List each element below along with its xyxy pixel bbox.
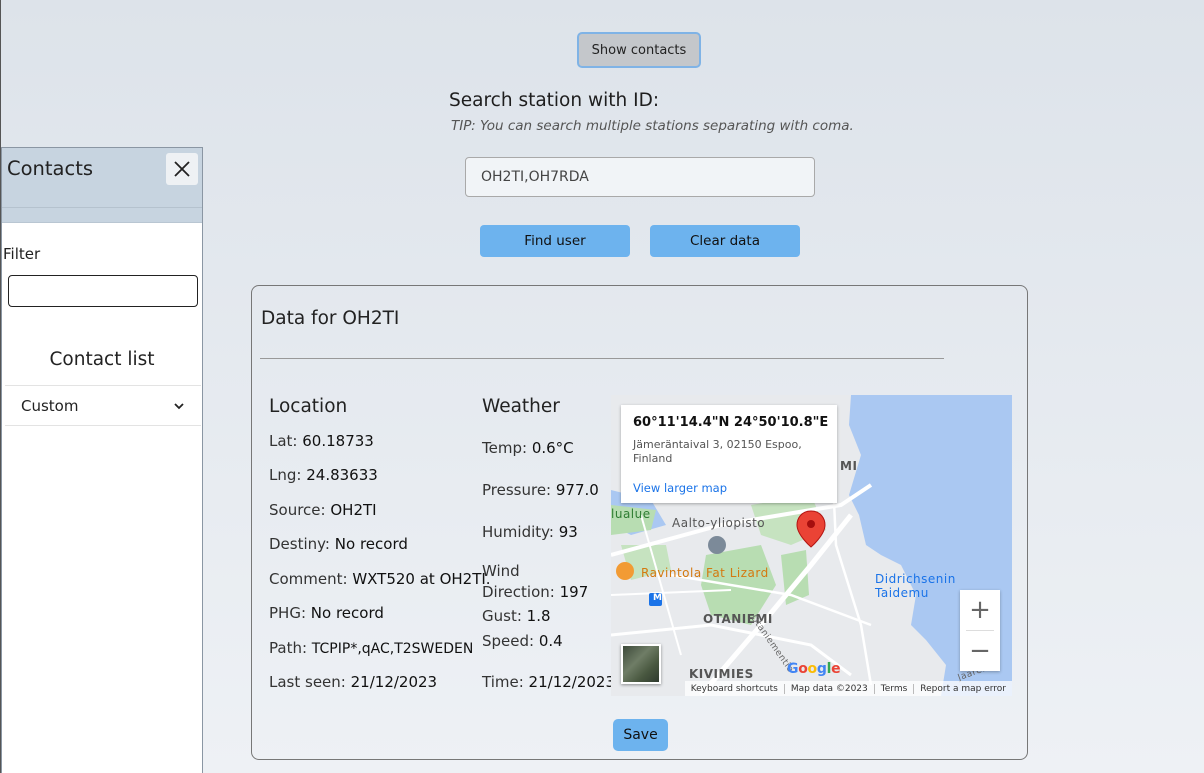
temp-value: 0.6°C: [531, 439, 574, 457]
clear-data-button[interactable]: Clear data: [650, 225, 800, 257]
find-user-button[interactable]: Find user: [480, 225, 630, 257]
view-larger-map-link[interactable]: View larger map: [633, 481, 727, 495]
map-info-window: 60°11'14.4"N 24°50'10.8"E Jämeräntaival …: [621, 405, 837, 503]
speed-label: Speed:: [482, 632, 535, 650]
lat-field: Lat: 60.18733: [269, 432, 374, 450]
report-map-error-link[interactable]: Report a map error: [914, 684, 1012, 694]
pressure-field: Pressure: 977.0: [482, 481, 599, 499]
map-label-kivimies: KIVIMIES: [689, 667, 754, 681]
time-value: 21/12/2023: [528, 673, 616, 691]
map-label-ravintola: Ravintola Fat Lizard: [641, 566, 769, 580]
data-card-divider: [260, 358, 944, 359]
source-value: OH2TI: [330, 501, 377, 519]
path-label: Path:: [269, 639, 308, 657]
pressure-value: 977.0: [555, 481, 599, 499]
wind-gust-field: Gust: 1.8: [482, 607, 551, 625]
close-contacts-button[interactable]: [166, 153, 198, 185]
lat-label: Lat:: [269, 432, 298, 450]
filter-label: Filter: [3, 245, 41, 263]
humidity-value: 93: [558, 523, 578, 541]
last-seen-value: 21/12/2023: [350, 673, 438, 691]
station-data-card: Data for OH2TI Location Lat: 60.18733 Ln…: [251, 285, 1028, 760]
map-data-credit: Map data ©2023: [790, 683, 868, 694]
terms-link[interactable]: Terms: [875, 684, 914, 694]
path-field: Path: TCPIP*,qAC,T2SWEDEN: [269, 639, 473, 657]
comment-label: Comment:: [269, 570, 348, 588]
last-seen-field: Last seen: 21/12/2023: [269, 673, 437, 691]
time-field: Time: 21/12/2023: [482, 673, 615, 691]
filter-input[interactable]: [8, 275, 198, 307]
header-divider: [2, 207, 202, 208]
map-label-lualue: lualue: [611, 507, 651, 521]
temp-label: Temp:: [482, 439, 528, 457]
wind-direction-field: Direction: 197: [482, 583, 588, 601]
chevron-down-icon: [174, 402, 184, 409]
contacts-title: Contacts: [7, 157, 94, 180]
station-map[interactable]: MI lualue Aalto-yliopisto Ravintola Fat …: [611, 395, 1012, 696]
speed-value: 0.4: [538, 632, 563, 650]
data-card-title: Data for OH2TI: [261, 308, 400, 329]
destiny-value: No record: [334, 535, 408, 553]
contact-list-title: Contact list: [49, 349, 155, 370]
lng-value: 24.83633: [306, 466, 378, 484]
comment-field: Comment: WXT520 at OH2TI.: [269, 570, 491, 588]
map-address: Jämeräntaival 3, 02150 Espoo, Finland: [633, 438, 802, 465]
source-label: Source:: [269, 501, 326, 519]
pressure-label: Pressure:: [482, 481, 552, 499]
show-contacts-button[interactable]: Show contacts: [577, 32, 701, 68]
comment-value: WXT520 at OH2TI.: [352, 570, 491, 588]
satellite-toggle-button[interactable]: [621, 644, 661, 684]
zoom-in-button[interactable]: +: [960, 590, 1000, 630]
keyboard-shortcuts-link[interactable]: Keyboard shortcuts: [685, 684, 784, 694]
phg-label: PHG:: [269, 604, 307, 622]
time-label: Time:: [482, 673, 524, 691]
contact-list-selected: Custom: [21, 396, 79, 415]
source-field: Source: OH2TI: [269, 501, 377, 519]
search-title: Search station with ID:: [449, 90, 660, 111]
map-label-aalto: Aalto-yliopisto: [672, 516, 766, 530]
destiny-label: Destiny:: [269, 535, 330, 553]
save-button[interactable]: Save: [613, 719, 668, 751]
map-label-metro: M: [653, 593, 663, 603]
gust-value: 1.8: [526, 607, 551, 625]
lat-value: 60.18733: [302, 432, 374, 450]
destiny-field: Destiny: No record: [269, 535, 408, 553]
temp-field: Temp: 0.6°C: [482, 439, 574, 457]
contacts-header: Contacts: [2, 148, 202, 223]
direction-value: 197: [559, 583, 589, 601]
direction-label: Direction:: [482, 583, 555, 601]
wind-speed-field: Speed: 0.4: [482, 632, 563, 650]
lng-field: Lng: 24.83633: [269, 466, 378, 484]
contact-list-dropdown[interactable]: Custom: [5, 385, 201, 426]
humidity-label: Humidity:: [482, 523, 554, 541]
gust-label: Gust:: [482, 607, 522, 625]
phg-value: No record: [310, 604, 384, 622]
map-coordinates: 60°11'14.4"N 24°50'10.8"E: [633, 415, 829, 430]
map-footer: Keyboard shortcuts Map data ©2023 Terms …: [684, 681, 1012, 696]
lng-label: Lng:: [269, 466, 302, 484]
station-search-input[interactable]: [465, 157, 815, 197]
close-icon: [174, 161, 190, 177]
last-seen-label: Last seen:: [269, 673, 346, 691]
search-tip: TIP: You can search multiple stations se…: [451, 118, 854, 134]
map-zoom-control: + −: [960, 590, 1000, 671]
wind-heading: Wind: [482, 562, 520, 580]
humidity-field: Humidity: 93: [482, 523, 578, 541]
weather-heading: Weather: [482, 396, 560, 417]
contacts-panel: Contacts Filter Contact list Custom: [1, 147, 203, 773]
map-label-mi: MI: [840, 459, 858, 473]
google-logo: Google: [787, 661, 841, 677]
phg-field: PHG: No record: [269, 604, 384, 622]
path-value: TCPIP*,qAC,T2SWEDEN: [311, 641, 474, 657]
location-heading: Location: [269, 396, 348, 417]
zoom-out-button[interactable]: −: [960, 631, 1000, 671]
